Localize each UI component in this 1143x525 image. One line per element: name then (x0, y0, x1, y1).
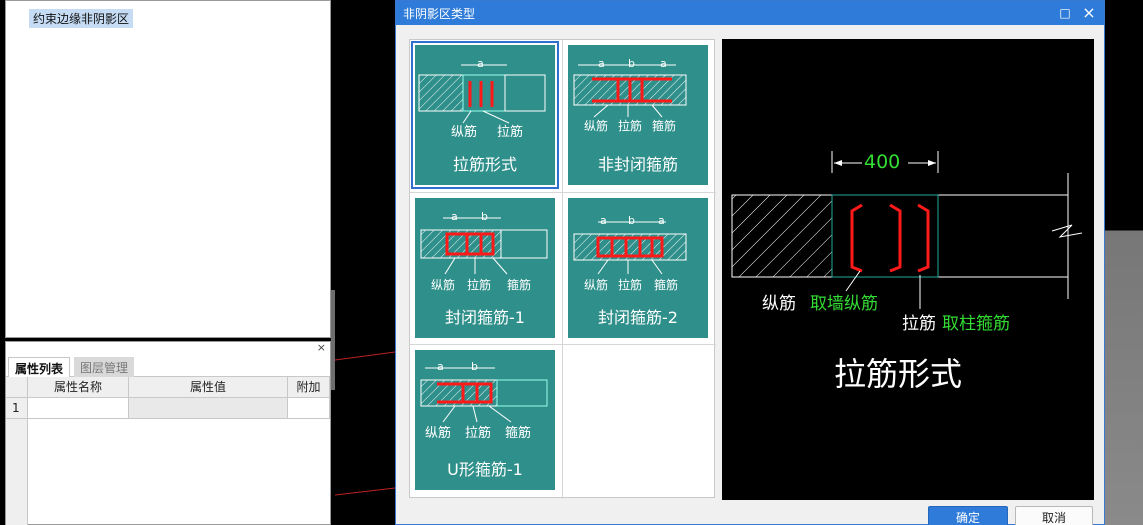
property-name-cell[interactable] (28, 398, 129, 419)
option-label: 拉筋形式 (452, 155, 517, 174)
dialog-titlebar: 非阴影区类型 □ × (396, 1, 1104, 25)
option-tile-open-stirrup[interactable]: a b a 纵筋 拉筋 箍筋 非封闭箍筋 (568, 45, 708, 185)
preview-dimension: 400 (864, 151, 901, 173)
ok-button[interactable]: 确定 (928, 506, 1008, 525)
legend-label: 拉筋 (467, 278, 492, 292)
row-number: 1 (6, 398, 28, 419)
tree-item-selected[interactable]: 约束边缘非阴影区 (29, 9, 134, 28)
cancel-button[interactable]: 取消 (1015, 506, 1093, 525)
canvas-lines (335, 351, 395, 496)
tab-layer-management[interactable]: 图层管理 (74, 357, 135, 377)
canvas-3d-shape (1105, 0, 1143, 525)
option-label: 非封闭箍筋 (597, 155, 678, 174)
legend-label: 纵筋 (425, 426, 452, 441)
option-tile-body: a b a 纵筋 拉筋 箍筋 封闭箍筋-2 (568, 198, 708, 338)
property-value-cell[interactable] (129, 398, 288, 419)
dimension-label: b (471, 360, 478, 373)
dimension-label: a (477, 57, 484, 70)
preview-label-lajin: 拉筋 (902, 314, 936, 334)
legend-label: 纵筋 (584, 278, 609, 292)
row-number-header (6, 377, 28, 398)
grid-divider (410, 344, 716, 345)
legend-label: 拉筋 (618, 278, 643, 292)
row-gutter (6, 419, 28, 525)
legend-label: 箍筋 (654, 278, 679, 292)
preview-label-lajin-source: 取柱箍筋 (942, 314, 1010, 334)
option-tile-body: a b 纵筋 拉筋 箍筋 U形箍筋-1 (415, 350, 555, 490)
option-tile-lajin[interactable]: a 纵筋 拉筋 拉筋形式 (411, 41, 559, 189)
dimension-label: a (600, 214, 607, 227)
legend-label: 纵筋 (431, 278, 456, 292)
dimension-label: a (437, 360, 444, 373)
legend-label: 纵筋 (451, 125, 478, 140)
properties-tabs: 属性列表 图层管理 (6, 355, 330, 377)
tab-property-list[interactable]: 属性列表 (8, 357, 71, 377)
legend-label: 箍筋 (505, 426, 532, 441)
dimension-label: a (660, 57, 667, 70)
close-icon[interactable]: × (1080, 4, 1098, 22)
dimension-label: b (628, 57, 635, 70)
dimension-label: b (481, 210, 488, 223)
dimension-label: b (628, 214, 635, 227)
lajin-preview-drawing (731, 151, 1083, 309)
legend-label: 箍筋 (652, 119, 677, 133)
maximize-icon[interactable]: □ (1056, 4, 1074, 22)
legend-label: 拉筋 (465, 426, 492, 441)
option-tile-body: a b a 纵筋 拉筋 箍筋 非封闭箍筋 (568, 45, 708, 185)
legend-label: 拉筋 (497, 125, 524, 140)
preview-title: 拉筋形式 (834, 355, 963, 393)
option-tile-closed-stirrup-2[interactable]: a b a 纵筋 拉筋 箍筋 封闭箍筋-2 (568, 198, 708, 338)
grid-divider (410, 192, 716, 193)
option-tile-u-stirrup-1[interactable]: a b 纵筋 拉筋 箍筋 U形箍筋-1 (415, 350, 555, 490)
preview-label-zongjin-source: 取墙纵筋 (810, 294, 878, 314)
dimension-label: a (451, 210, 458, 223)
dimension-label: a (658, 214, 665, 227)
shadow-area-type-dialog: 非阴影区类型 □ × a 纵筋 拉筋 拉筋形式 a b a 纵筋 拉筋 箍筋 非… (395, 0, 1105, 525)
legend-label: 拉筋 (618, 119, 643, 133)
option-label: 封闭箍筋-2 (598, 308, 678, 327)
preview-pane: 400 纵筋 取墙纵筋 拉筋 取柱箍筋 拉筋形式 (722, 39, 1094, 500)
component-tree-panel: 约束边缘非阴影区 (5, 0, 331, 338)
dialog-title: 非阴影区类型 (403, 7, 476, 21)
legend-label: 箍筋 (507, 278, 532, 292)
panel-close-icon[interactable]: × (317, 342, 326, 354)
type-options-grid: a 纵筋 拉筋 拉筋形式 a b a 纵筋 拉筋 箍筋 非封闭箍筋 a b 纵筋… (409, 39, 716, 499)
option-tile-body: a b 纵筋 拉筋 箍筋 封闭箍筋-1 (415, 198, 555, 338)
grid-divider (562, 40, 563, 499)
property-extra-cell[interactable] (288, 398, 330, 419)
option-label: U形箍筋-1 (447, 460, 523, 479)
preview-label-zongjin: 纵筋 (762, 294, 796, 314)
option-tile-closed-stirrup-1[interactable]: a b 纵筋 拉筋 箍筋 封闭箍筋-1 (415, 198, 555, 338)
dimension-label: a (598, 57, 605, 70)
column-header-extra: 附加 (288, 377, 330, 398)
column-header-name: 属性名称 (28, 377, 129, 398)
option-label: 封闭箍筋-1 (445, 308, 525, 327)
option-tile-body: a 纵筋 拉筋 拉筋形式 (415, 45, 555, 185)
properties-panel: × 属性列表 图层管理 属性名称 属性值 附加 1 (5, 341, 331, 525)
legend-label: 纵筋 (584, 119, 609, 133)
column-header-value: 属性值 (129, 377, 288, 398)
